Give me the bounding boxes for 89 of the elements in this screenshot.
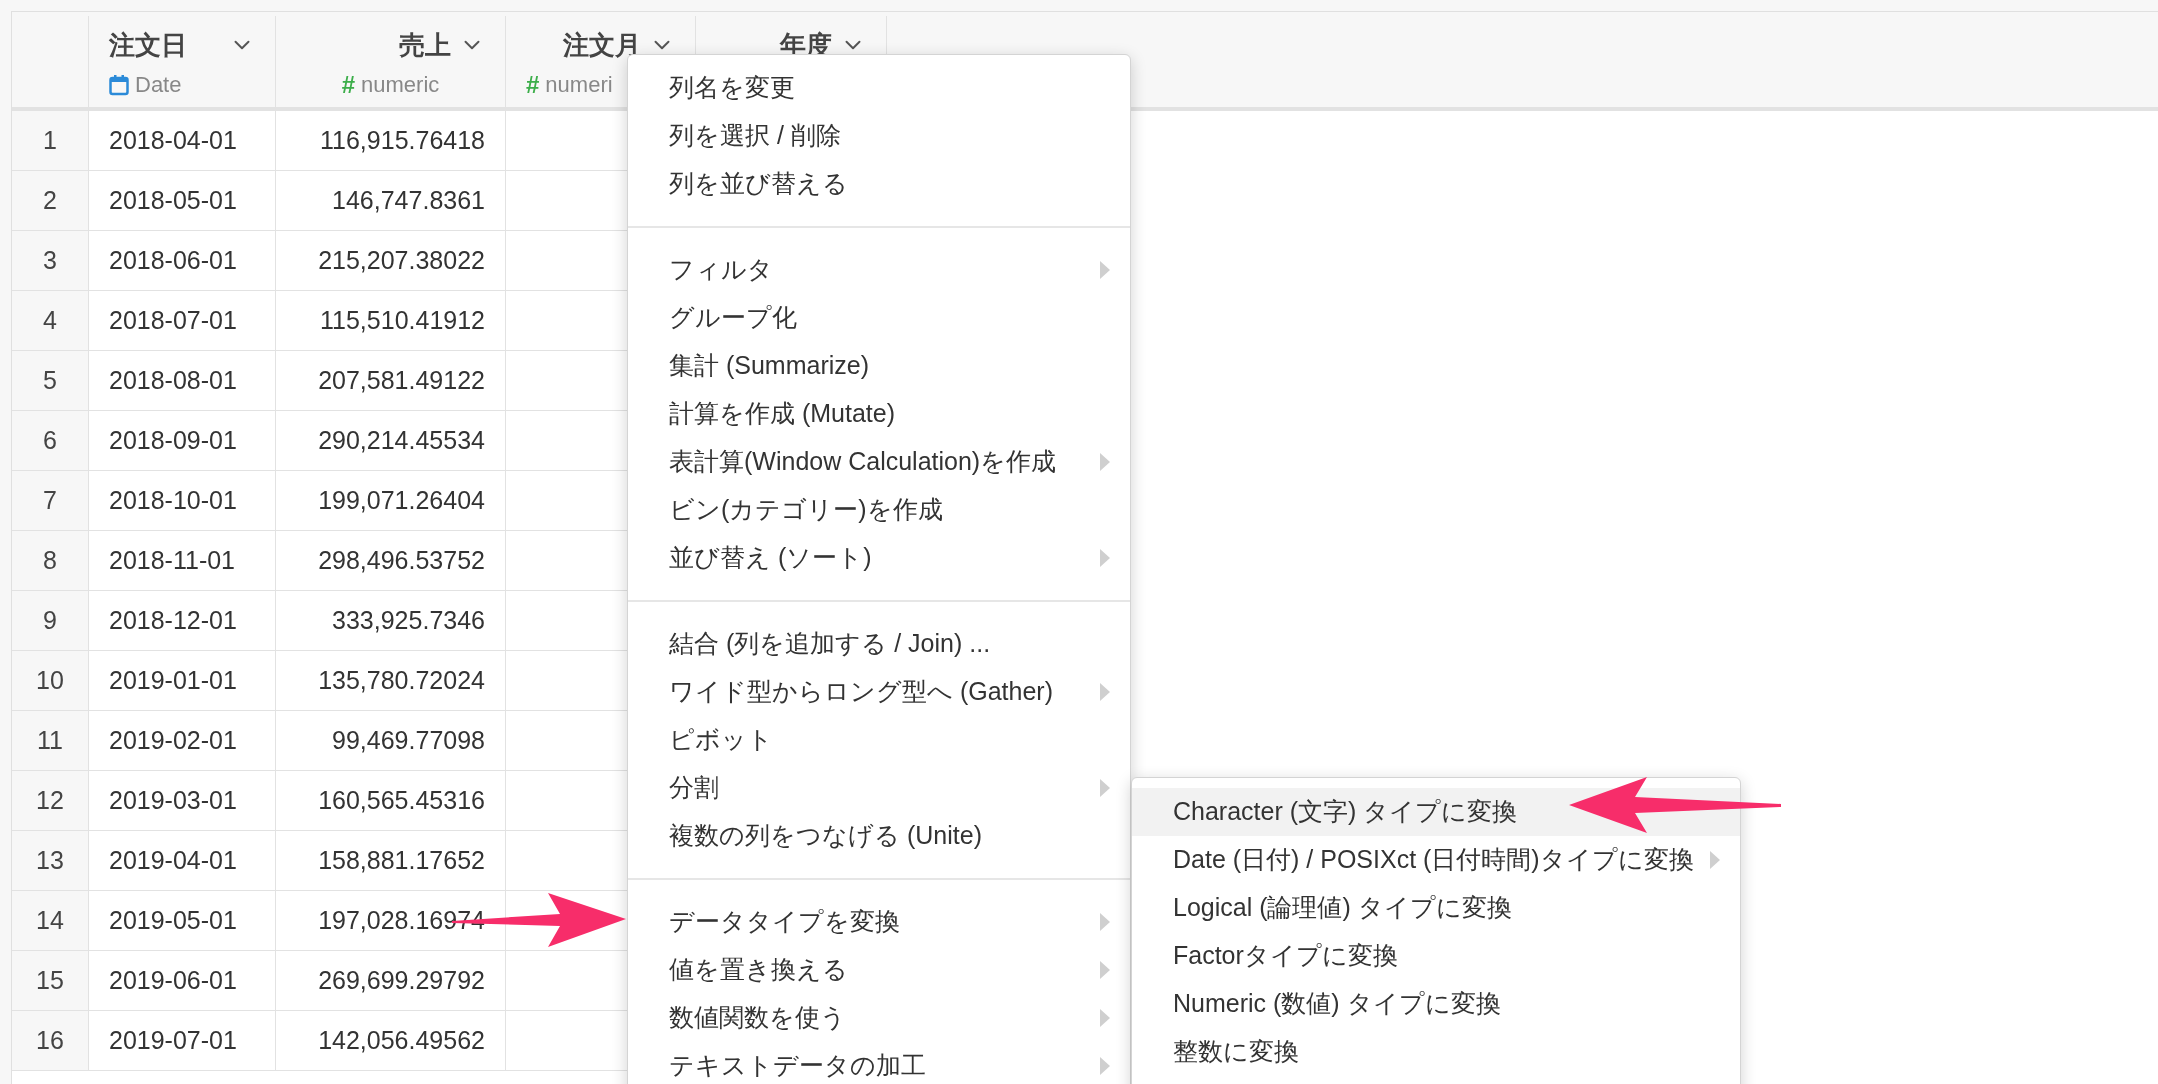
menu-item[interactable]: Numeric (数値) タイプに変換 — [1132, 980, 1740, 1028]
table-cell: 2018-06-01 — [89, 231, 276, 290]
numeric-type-symbol: # — [526, 72, 540, 97]
submenu-arrow-icon — [1100, 549, 1110, 567]
table-cell: 2018-08-01 — [89, 351, 276, 410]
submenu-arrow-icon — [1100, 683, 1110, 701]
table-cell: 2018-11-01 — [89, 531, 276, 590]
column-type-label: numeric — [361, 71, 440, 99]
row-number: 8 — [12, 531, 89, 590]
calendar-icon — [109, 73, 129, 96]
menu-item[interactable]: 分割 — [628, 764, 1130, 812]
menu-item[interactable]: 数値関数を使う — [628, 994, 1130, 1042]
menu-item[interactable]: 複数の列をつなげる (Unite) — [628, 812, 1130, 860]
table-cell: 2019-07-01 — [89, 1011, 276, 1070]
column-type-label: numeri — [545, 71, 613, 99]
row-number: 5 — [12, 351, 89, 410]
table-cell: 333,925.7346 — [276, 591, 506, 650]
menu-item[interactable]: ビン(カテゴリー)を作成 — [628, 486, 1130, 534]
row-number: 16 — [12, 1011, 89, 1070]
table-cell: 2019-01-01 — [89, 651, 276, 710]
table-cell: 2018-04-01 — [89, 111, 276, 170]
menu-item[interactable]: 列を選択 / 削除 — [628, 112, 1130, 160]
menu-item[interactable]: 整数に変換 — [1132, 1028, 1740, 1076]
table-cell: 2018-12-01 — [89, 591, 276, 650]
table-cell: 2018-05-01 — [89, 171, 276, 230]
table-cell: 2019-03-01 — [89, 771, 276, 830]
table-cell: 207,581.49122 — [276, 351, 506, 410]
submenu-arrow-icon — [1100, 913, 1110, 931]
menu-item[interactable]: ワイド型からロング型へ (Gather) — [628, 668, 1130, 716]
submenu-arrow-icon — [1100, 1057, 1110, 1075]
row-number: 15 — [12, 951, 89, 1010]
submenu-arrow-icon — [1100, 779, 1110, 797]
row-number: 9 — [12, 591, 89, 650]
menu-item[interactable]: フィルタ — [628, 246, 1130, 294]
table-cell: 2019-04-01 — [89, 831, 276, 890]
table-cell: 269,699.29792 — [276, 951, 506, 1010]
table-cell: 160,565.45316 — [276, 771, 506, 830]
table-cell: 2019-05-01 — [89, 891, 276, 950]
table-cell: 2018-07-01 — [89, 291, 276, 350]
row-number: 3 — [12, 231, 89, 290]
table-cell: 99,469.77098 — [276, 711, 506, 770]
table-cell: 116,915.76418 — [276, 111, 506, 170]
table-cell: 115,510.41912 — [276, 291, 506, 350]
table-cell: 298,496.53752 — [276, 531, 506, 590]
submenu-arrow-icon — [1100, 453, 1110, 471]
table-cell: 199,071.26404 — [276, 471, 506, 530]
submenu-arrow-icon — [1100, 261, 1110, 279]
menu-item[interactable]: データタイプを変換 — [628, 898, 1130, 946]
menu-item[interactable]: 集計 (Summarize) — [628, 342, 1130, 390]
menu-item[interactable]: Logical (論理値) タイプに変換 — [1132, 884, 1740, 932]
menu-item[interactable]: Factorタイプに変換 — [1132, 932, 1740, 980]
menu-item[interactable]: 列を並び替える — [628, 160, 1130, 208]
row-number: 13 — [12, 831, 89, 890]
submenu-arrow-icon — [1100, 961, 1110, 979]
menu-item[interactable]: ピボット — [628, 716, 1130, 764]
row-number: 11 — [12, 711, 89, 770]
menu-item[interactable]: 並び替え (ソート) — [628, 534, 1130, 582]
table-cell: 142,056.49562 — [276, 1011, 506, 1070]
row-number: 7 — [12, 471, 89, 530]
table-cell: 2019-02-01 — [89, 711, 276, 770]
row-number: 2 — [12, 171, 89, 230]
row-number: 10 — [12, 651, 89, 710]
menu-item[interactable]: 計算を作成 (Mutate) — [628, 390, 1130, 438]
column-type-label: Date — [135, 71, 182, 99]
menu-item[interactable]: テキストデータの加工 — [628, 1042, 1130, 1084]
column-header[interactable]: 注文日 Date — [89, 16, 276, 107]
menu-item[interactable]: 結合 (列を追加する / Join) ... — [628, 620, 1130, 668]
menu-item[interactable]: Character (文字) タイプに変換 — [1132, 788, 1740, 836]
submenu-arrow-icon — [1100, 1009, 1110, 1027]
table-cell: 2019-06-01 — [89, 951, 276, 1010]
menu-item[interactable]: グループ化 — [628, 294, 1130, 342]
table-cell: 158,881.17652 — [276, 831, 506, 890]
numeric-type-symbol: # — [341, 72, 356, 97]
table-cell: 146,747.8361 — [276, 171, 506, 230]
menu-item[interactable]: Date (日付) / POSIXct (日付時間)タイプに変換 — [1132, 836, 1740, 884]
row-number: 1 — [12, 111, 89, 170]
table-cell: 135,780.72024 — [276, 651, 506, 710]
menu-item[interactable]: 値を置き換える — [628, 946, 1130, 994]
menu-item[interactable]: 表計算(Window Calculation)を作成 — [628, 438, 1130, 486]
column-header[interactable]: 売上 # numeric — [276, 16, 506, 107]
table-cell: 2018-09-01 — [89, 411, 276, 470]
row-number: 12 — [12, 771, 89, 830]
row-number: 6 — [12, 411, 89, 470]
row-number: 4 — [12, 291, 89, 350]
table-cell: 215,207.38022 — [276, 231, 506, 290]
submenu-arrow-icon — [1710, 851, 1720, 869]
table-cell: 290,214.45534 — [276, 411, 506, 470]
row-number: 14 — [12, 891, 89, 950]
table-cell: 2018-10-01 — [89, 471, 276, 530]
